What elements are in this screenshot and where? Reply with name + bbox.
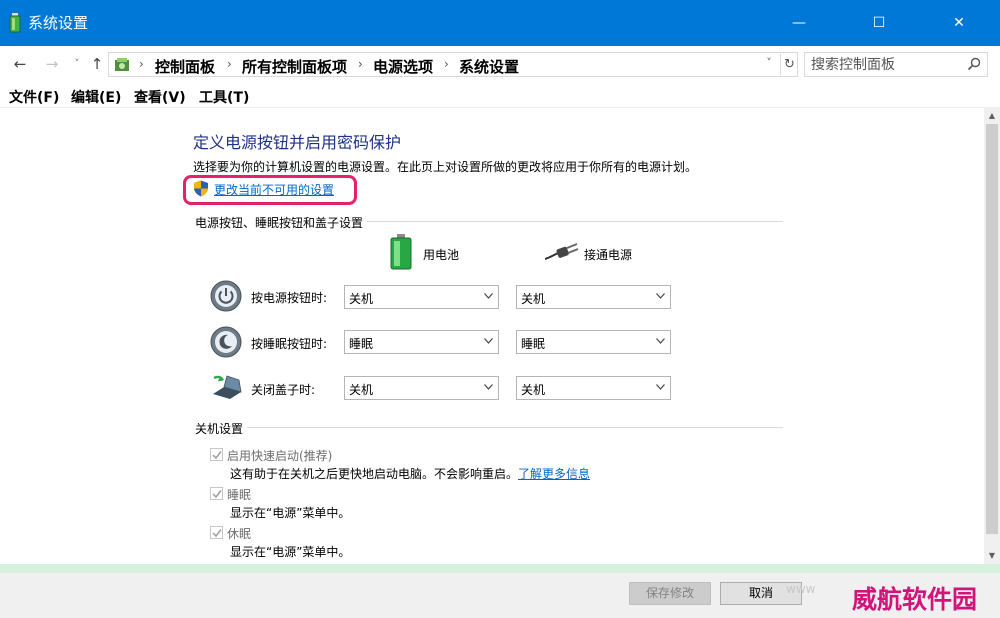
hibernate-description: 显示在“电源”菜单中。 [230, 545, 351, 559]
breadcrumb-separator: › [444, 57, 449, 71]
minimize-button[interactable]: — [776, 0, 822, 46]
checkmark-icon [212, 529, 222, 538]
breadcrumb-all-items[interactable]: 所有控制面板项 [242, 56, 347, 77]
hibernate-checkbox[interactable] [210, 526, 223, 539]
up-arrow-icon[interactable]: ↑ [89, 54, 105, 74]
watermark-ghost-text: www [786, 582, 816, 596]
sleep-button-icon [210, 326, 242, 358]
menu-edit[interactable]: 编辑(E) [71, 87, 121, 107]
power-button-battery-select[interactable]: 关机 [344, 285, 499, 309]
laptop-lid-icon [213, 375, 242, 399]
battery-icon [390, 234, 412, 270]
window-title: 系统设置 [28, 14, 89, 32]
maximize-icon: ☐ [872, 15, 886, 31]
fast-startup-checkbox[interactable] [210, 448, 223, 461]
refresh-icon[interactable]: ↻ [780, 54, 798, 75]
menu-tools[interactable]: 工具(T) [199, 87, 249, 107]
menu-view[interactable]: 查看(V) [134, 87, 186, 107]
select-value: 关机 [349, 292, 374, 306]
address-bar[interactable]: › 控制面板 › 所有控制面板项 › 电源选项 › 系统设置 ˅ ↻ [108, 52, 798, 77]
chevron-down-icon [484, 338, 493, 344]
chevron-down-icon [484, 293, 493, 299]
chevron-down-icon [656, 293, 665, 299]
breadcrumb-separator: › [227, 57, 232, 71]
page-title: 定义电源按钮并启用密码保护 [193, 133, 402, 152]
learn-more-link[interactable]: 了解更多信息 [518, 467, 590, 481]
menu-file[interactable]: 文件(F) [9, 87, 59, 107]
checkmark-icon [212, 490, 222, 499]
back-arrow-icon[interactable]: ← [12, 54, 28, 74]
hibernate-label: 休眠 [227, 527, 252, 541]
scroll-down-icon[interactable]: ▼ [984, 548, 1000, 564]
chevron-down-icon [656, 384, 665, 390]
fast-startup-description: 这有助于在关机之后更快地启动电脑。不会影响重启。了解更多信息 [230, 467, 591, 481]
minimize-icon: — [792, 15, 806, 31]
select-value: 关机 [521, 292, 546, 306]
plugged-in-label: 接通电源 [584, 248, 633, 262]
close-button[interactable]: ✕ [936, 0, 982, 46]
menu-bar: 文件(F) 编辑(E) 查看(V) 工具(T) [0, 84, 1000, 108]
lid-close-label: 关闭盖子时: [251, 383, 316, 397]
watermark: 威航软件园 [852, 585, 978, 614]
sleep-checkbox[interactable] [210, 487, 223, 500]
breadcrumb-control-panel[interactable]: 控制面板 [155, 56, 215, 77]
navigation-bar: ← → ˅ ↑ › 控制面板 › 所有控制面板项 › 电源选项 › 系统设置 ˅… [0, 46, 1000, 82]
address-dropdown-icon[interactable]: ˅ [761, 56, 777, 69]
lid-close-plugged-select[interactable]: 关机 [516, 376, 671, 400]
breadcrumb-separator: › [139, 57, 144, 71]
sleep-button-plugged-select[interactable]: 睡眠 [516, 330, 671, 354]
select-value: 睡眠 [349, 337, 374, 351]
page-description: 选择要为你的计算机设置的电源设置。在此页上对设置所做的更改将应用于你所有的电源计… [193, 160, 698, 174]
power-button-icon [210, 280, 242, 312]
change-unavailable-settings-link[interactable]: 更改当前不可用的设置 [214, 181, 334, 198]
power-button-plugged-select[interactable]: 关机 [516, 285, 671, 309]
save-changes-button[interactable]: 保存修改 [629, 582, 711, 605]
control-panel-icon [115, 58, 129, 71]
chevron-down-icon [656, 338, 665, 344]
close-icon: ✕ [953, 15, 965, 31]
chevron-down-icon [484, 384, 493, 390]
divider [195, 427, 783, 428]
power-buttons-group-label: 电源按钮、睡眠按钮和盖子设置 [195, 214, 368, 231]
battery-app-icon [9, 13, 21, 33]
vertical-scrollbar[interactable]: ▲ ▼ [984, 108, 1000, 564]
title-bar: 系统设置 — ☐ ✕ [0, 0, 1000, 46]
select-value: 关机 [521, 383, 546, 397]
scroll-up-icon[interactable]: ▲ [984, 108, 1000, 124]
search-input[interactable] [811, 55, 961, 74]
search-box[interactable] [804, 52, 988, 77]
decorative-band [0, 564, 1000, 573]
select-value: 睡眠 [521, 337, 546, 351]
main-content: 定义电源按钮并启用密码保护 选择要为你的计算机设置的电源设置。在此页上对设置所做… [0, 108, 984, 564]
footer-bar: 保存修改 取消 [0, 573, 1000, 618]
forward-arrow-icon[interactable]: → [44, 54, 60, 74]
search-icon[interactable] [967, 57, 981, 71]
fast-startup-label: 启用快速启动(推荐) [227, 449, 333, 463]
sleep-button-battery-select[interactable]: 睡眠 [344, 330, 499, 354]
scrollbar-thumb[interactable] [986, 124, 998, 534]
breadcrumb-system-settings[interactable]: 系统设置 [459, 56, 519, 77]
breadcrumb-separator: › [358, 57, 363, 71]
power-plug-icon [545, 243, 579, 260]
breadcrumb-power-options[interactable]: 电源选项 [373, 56, 433, 77]
select-value: 关机 [349, 383, 374, 397]
checkmark-icon [212, 451, 222, 460]
power-button-label: 按电源按钮时: [251, 291, 328, 305]
on-battery-label: 用电池 [423, 248, 460, 262]
lid-close-battery-select[interactable]: 关机 [344, 376, 499, 400]
sleep-description: 显示在“电源”菜单中。 [230, 506, 351, 520]
recent-locations-icon[interactable]: ˅ [69, 54, 85, 74]
shutdown-settings-group-label: 关机设置 [195, 420, 248, 437]
maximize-button[interactable]: ☐ [856, 0, 902, 46]
sleep-button-label: 按睡眠按钮时: [251, 337, 328, 351]
sleep-label: 睡眠 [227, 488, 252, 502]
uac-shield-icon [194, 180, 208, 197]
